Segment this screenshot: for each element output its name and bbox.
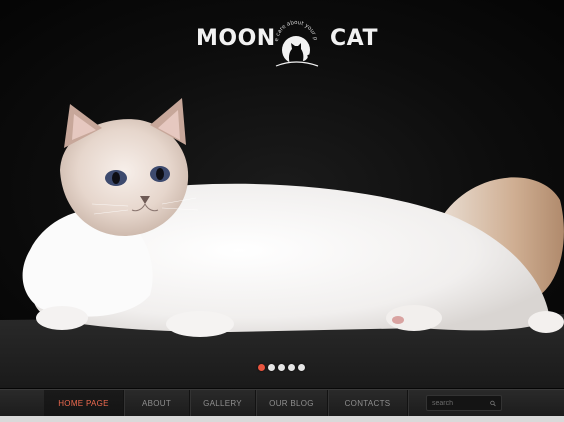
nav-item-contacts[interactable]: CONTACTS [328, 390, 408, 416]
logo-word-cat: CAT [330, 26, 378, 51]
search-icon[interactable] [490, 399, 496, 408]
hero-slider-image [0, 70, 564, 388]
logo-word-moon: MOON [196, 26, 276, 51]
slider-pagination [258, 364, 305, 371]
slider-dot-3[interactable] [278, 364, 285, 371]
nav-item-gallery[interactable]: GALLERY [190, 390, 256, 416]
slider-dot-1[interactable] [258, 364, 265, 371]
nav-item-about[interactable]: ABOUT [124, 390, 190, 416]
search-box [426, 395, 502, 411]
slider-dot-4[interactable] [288, 364, 295, 371]
slider-dot-5[interactable] [298, 364, 305, 371]
page-bottom-edge [0, 416, 564, 422]
main-navigation: HOME PAGE ABOUT GALLERY OUR BLOG CONTACT… [0, 389, 564, 416]
search-input[interactable] [432, 399, 490, 407]
page: MOON we care about your pet CAT [0, 0, 564, 422]
site-logo[interactable]: MOON we care about your pet CAT [0, 12, 564, 72]
moon-cat-silhouette-icon: we care about your pet [268, 12, 319, 67]
nav-item-home-page[interactable]: HOME PAGE [44, 390, 124, 416]
slider-dot-2[interactable] [268, 364, 275, 371]
cat-photo [0, 98, 564, 388]
nav-item-our-blog[interactable]: OUR BLOG [256, 390, 328, 416]
